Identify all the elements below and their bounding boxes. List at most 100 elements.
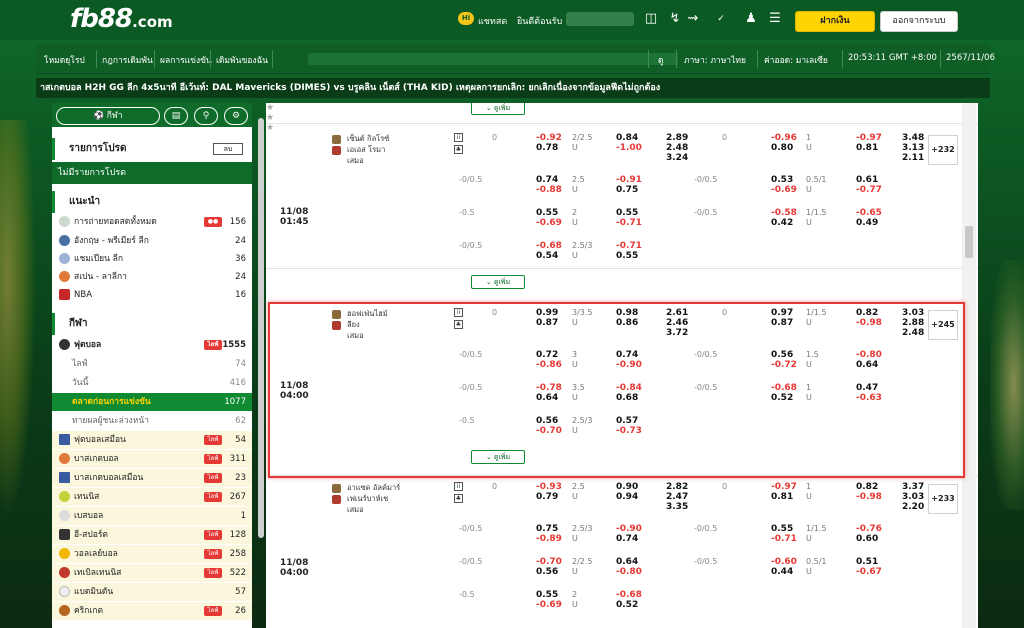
stats-icon[interactable]: ii <box>454 482 463 491</box>
odds-cell[interactable]: -0.77 <box>856 185 882 195</box>
odds-cell[interactable]: -0.71 <box>771 534 797 544</box>
odds-cell[interactable]: -1.00 <box>616 143 642 153</box>
odds-cell[interactable]: 0.74 <box>536 175 558 185</box>
odds-cell[interactable]: -0.80 <box>616 567 642 577</box>
sport-item[interactable]: เทนนิส ไลฟ์ 267 <box>52 488 252 506</box>
odds-cell[interactable]: -0.97 <box>771 482 797 492</box>
odds-cell[interactable]: -0.65 <box>856 208 882 218</box>
odds-cell[interactable]: -0.98 <box>856 492 882 502</box>
odds-cell[interactable]: -0.97 <box>856 133 882 143</box>
settings-icon[interactable]: ⚙ <box>224 107 248 125</box>
odds-cell[interactable]: -0.67 <box>856 567 882 577</box>
transfer-icon[interactable]: ⇝ <box>685 11 701 27</box>
odds-cell[interactable]: 0.55 <box>616 208 638 218</box>
nav-odds-dropdown[interactable]: ค่าออด: มาเลเซีย <box>764 53 828 67</box>
odds-cell[interactable]: 0.81 <box>771 492 793 502</box>
football-sub-early[interactable]: ตลาดก่อนการแข่งขัน 1077 <box>52 393 252 411</box>
chat-icon[interactable]: Hi <box>458 12 474 25</box>
sport-item[interactable]: ฟุตบอลเสมือน ไลฟ์ 54 <box>52 431 252 449</box>
odds-cell[interactable]: -0.96 <box>771 133 797 143</box>
sport-item[interactable]: แบดมินตัน 57 <box>52 583 252 601</box>
football-sub-live[interactable]: ไลฟ์ 74 <box>52 355 252 373</box>
nav-results[interactable]: ผลการแข่งขัน <box>160 53 212 67</box>
show-more-button[interactable]: ⌄ ดูเพิ่ม <box>471 275 525 289</box>
rec-item[interactable]: สเปน - ลาลีกา 24 <box>52 268 252 286</box>
favorites-delete-button[interactable]: ลบ <box>213 143 243 155</box>
odds-cell[interactable]: 2.47 <box>666 492 688 502</box>
odds-cell[interactable]: 0.55 <box>536 590 558 600</box>
sidebar-sports-button[interactable]: ⚽ กีฬา <box>56 107 160 125</box>
live-chat-link[interactable]: แชทสด <box>478 14 507 28</box>
sport-football[interactable]: ฟุตบอล ไลฟ์ 1555 <box>52 336 252 354</box>
football-sub-today[interactable]: วันนี้ 416 <box>52 374 252 392</box>
odds-cell[interactable]: 0.74 <box>616 534 638 544</box>
odds-cell[interactable]: -0.71 <box>616 241 642 251</box>
odds-cell[interactable]: 0.90 <box>616 482 638 492</box>
favorite-star-icon[interactable]: ★ <box>266 123 978 133</box>
sport-item[interactable]: วอลเลย์บอล ไลฟ์ 258 <box>52 545 252 563</box>
odds-cell[interactable]: 0.55 <box>536 208 558 218</box>
more-markets-button[interactable]: +232 <box>928 135 958 165</box>
odds-cell[interactable]: -0.69 <box>536 218 562 228</box>
odds-cell[interactable]: 0.79 <box>536 492 558 502</box>
nav-language-dropdown[interactable]: ภาษา: ภาษาไทย <box>684 53 746 67</box>
sport-item[interactable]: เทเบิลเทนนิส ไลฟ์ 522 <box>52 564 252 582</box>
odds-cell[interactable]: -0.71 <box>616 218 642 228</box>
odds-cell[interactable]: 3.37 <box>902 482 924 492</box>
sidebar-scrollbar[interactable] <box>258 118 264 538</box>
odds-cell[interactable]: 0.49 <box>856 218 878 228</box>
odds-cell[interactable]: 3.48 <box>902 133 924 143</box>
refresh-icon[interactable]: ↯ <box>667 11 683 27</box>
nav-europe-mode[interactable]: โหมดยุโรป <box>44 53 85 67</box>
rec-item[interactable]: การถ่ายทอดสดทั้งหมด ●● 156 <box>52 213 252 231</box>
odds-cell[interactable]: 3.24 <box>666 153 688 163</box>
odds-cell[interactable]: 0.82 <box>856 482 878 492</box>
odds-cell[interactable]: 0.53 <box>771 175 793 185</box>
odds-cell[interactable]: 0.55 <box>616 251 638 261</box>
odds-cell[interactable]: -0.69 <box>536 600 562 610</box>
odds-cell[interactable]: 0.56 <box>536 567 558 577</box>
promo-icon[interactable]: ✓ <box>713 11 729 27</box>
odds-cell[interactable]: 0.44 <box>771 567 793 577</box>
rec-item[interactable]: อังกฤษ - พรีเมียร์ ลีก 24 <box>52 232 252 250</box>
stats-icon[interactable]: ii <box>454 133 463 142</box>
football-sub-outright[interactable]: ทายผลผู้ชนะล่วงหน้า 62 <box>52 412 252 430</box>
odds-cell[interactable]: 2.11 <box>902 153 924 163</box>
odds-cell[interactable]: -0.76 <box>856 524 882 534</box>
balance-icon[interactable]: ◫ <box>643 11 659 27</box>
favorite-star-icon[interactable]: ★ <box>266 103 978 113</box>
odds-cell[interactable]: 0.84 <box>616 133 638 143</box>
odds-cell[interactable]: 0.61 <box>856 175 878 185</box>
odds-cell[interactable]: -0.58 <box>771 208 797 218</box>
main-scrollbar[interactable] <box>965 226 973 258</box>
odds-cell[interactable]: -0.88 <box>536 185 562 195</box>
odds-cell[interactable]: 0.80 <box>771 143 793 153</box>
odds-cell[interactable]: -0.89 <box>536 534 562 544</box>
odds-cell[interactable]: 0.94 <box>616 492 638 502</box>
logout-button[interactable]: ออกจากระบบ <box>880 11 958 32</box>
odds-cell[interactable]: -0.90 <box>616 524 642 534</box>
odds-cell[interactable]: -0.92 <box>536 133 562 143</box>
odds-cell[interactable]: 0.78 <box>536 143 558 153</box>
show-more-button[interactable]: ⌄ ดูเพิ่ม <box>471 103 525 115</box>
nav-my-bets[interactable]: เดิมพันของฉัน <box>216 53 268 67</box>
favorite-star-icon[interactable]: ★ <box>266 113 978 123</box>
nav-view-dropdown[interactable]: ดู <box>658 53 664 67</box>
nav-rules[interactable]: กฎการเดิมพัน <box>102 53 153 67</box>
odds-cell[interactable]: 2.82 <box>666 482 688 492</box>
odds-cell[interactable]: 0.42 <box>771 218 793 228</box>
sport-item[interactable]: เบสบอล 1 <box>52 507 252 525</box>
sport-item[interactable]: บาสเกตบอล ไลฟ์ 311 <box>52 450 252 468</box>
odds-cell[interactable]: 0.60 <box>856 534 878 544</box>
search-icon[interactable]: ⚲ <box>194 107 218 125</box>
odds-cell[interactable]: 3.03 <box>902 492 924 502</box>
site-logo[interactable]: fb88.com <box>70 4 173 34</box>
odds-cell[interactable]: 2.89 <box>666 133 688 143</box>
rec-item[interactable]: NBA 16 <box>52 286 252 304</box>
odds-cell[interactable]: 0.81 <box>856 143 878 153</box>
odds-cell[interactable]: -0.69 <box>771 185 797 195</box>
odds-cell[interactable]: 3.13 <box>902 143 924 153</box>
odds-cell[interactable]: 0.54 <box>536 251 558 261</box>
menu-list-icon[interactable]: ☰ <box>767 11 783 27</box>
odds-cell[interactable]: -0.68 <box>536 241 562 251</box>
